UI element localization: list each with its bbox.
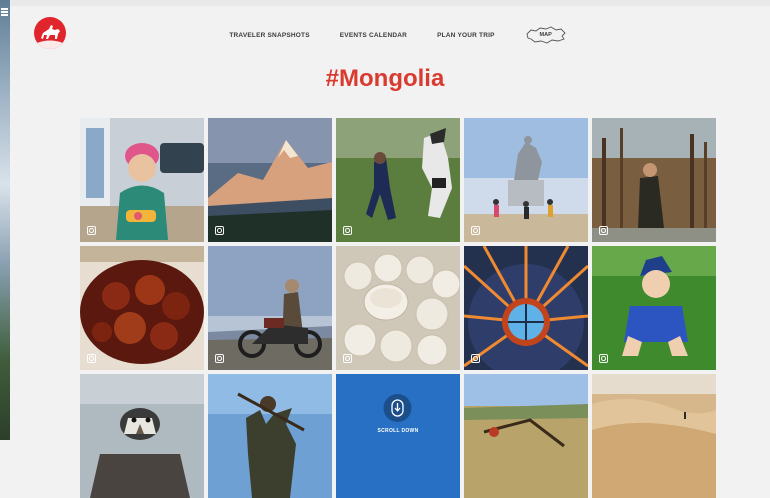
photo-image [208, 118, 332, 242]
instagram-icon [471, 226, 480, 235]
photo-image [464, 246, 588, 370]
photo-tile-genghis-statue[interactable] [464, 118, 588, 242]
photo-image [464, 118, 588, 242]
photo-image [336, 118, 460, 242]
photo-tile-man-in-forest[interactable] [592, 118, 716, 242]
photo-gallery: SCROLL DOWN [80, 118, 720, 498]
photo-image [80, 374, 204, 498]
menu-icon[interactable] [1, 8, 8, 10]
instagram-icon [343, 354, 352, 363]
instagram-icon [599, 226, 608, 235]
photo-tile-vulture[interactable] [80, 374, 204, 498]
photo-image [80, 246, 204, 370]
instagram-icon [87, 354, 96, 363]
photo-tile-hunter-on-hill[interactable] [208, 374, 332, 498]
mouse-scroll-icon [391, 399, 405, 417]
scroll-down-tile[interactable]: SCROLL DOWN [336, 374, 460, 498]
photo-image [592, 374, 716, 498]
nav-plan-your-trip[interactable]: PLAN YOUR TRIP [437, 32, 495, 39]
photo-image [592, 118, 716, 242]
photo-tile-dried-curds[interactable] [336, 246, 460, 370]
photo-image [208, 246, 332, 370]
instagram-icon [87, 226, 96, 235]
instagram-icon [215, 226, 224, 235]
photo-tile-sand-dunes[interactable] [592, 374, 716, 498]
photo-tile-horseman-steppe[interactable] [464, 374, 588, 498]
nav-traveler-snapshots[interactable]: TRAVELER SNAPSHOTS [229, 32, 309, 39]
photo-tile-ger-ceiling[interactable] [464, 246, 588, 370]
nav-events-calendar[interactable]: EVENTS CALENDAR [340, 32, 407, 39]
photo-image [336, 246, 460, 370]
scroll-down-label: SCROLL DOWN [377, 428, 419, 434]
map-button[interactable]: MAP [525, 25, 567, 45]
photo-tile-boy-on-grass[interactable] [592, 246, 716, 370]
top-bar [10, 0, 770, 6]
main-nav: TRAVELER SNAPSHOTS EVENTS CALENDAR PLAN … [0, 24, 770, 46]
photo-image [464, 374, 588, 498]
instagram-icon [343, 226, 352, 235]
map-label: MAP [539, 31, 552, 38]
scroll-circle [383, 394, 412, 422]
instagram-icon [471, 354, 480, 363]
photo-tile-girl-pink-hat[interactable] [80, 118, 204, 242]
scroll-down-button[interactable]: SCROLL DOWN [378, 394, 419, 434]
page-title: #Mongolia [325, 65, 445, 92]
photo-image [592, 246, 716, 370]
photo-tile-motorcycle-traveler[interactable] [208, 246, 332, 370]
instagram-icon [599, 354, 608, 363]
photo-tile-mountain-peak[interactable] [208, 118, 332, 242]
photo-tile-folk-dancers[interactable] [336, 118, 460, 242]
photo-image [80, 118, 204, 242]
instagram-icon [215, 354, 224, 363]
photo-image [208, 374, 332, 498]
photo-tile-fried-meat[interactable] [80, 246, 204, 370]
